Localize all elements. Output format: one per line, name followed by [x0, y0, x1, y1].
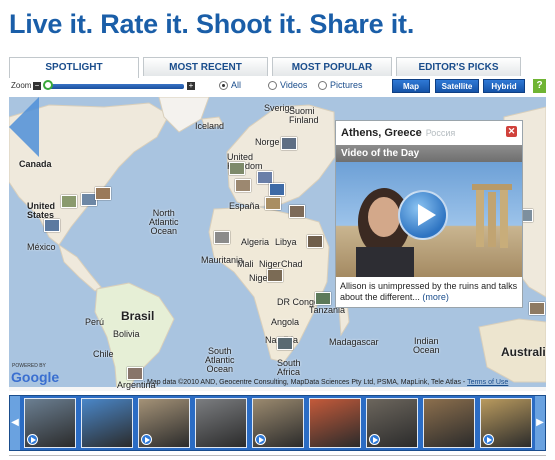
tab-bar: SPOTLIGHT MOST RECENT MOST POPULAR EDITO… — [9, 57, 546, 78]
map-marker[interactable] — [307, 235, 323, 248]
label-mexico: México — [27, 242, 56, 252]
map-marker[interactable] — [277, 337, 293, 350]
label-espana: España — [229, 201, 260, 211]
more-link[interactable]: (more) — [422, 292, 449, 302]
filter-videos-label: Videos — [280, 80, 308, 90]
map-marker[interactable] — [269, 183, 285, 196]
radio-icon — [219, 80, 228, 90]
map-marker[interactable] — [267, 269, 283, 282]
zoom-slider-handle[interactable] — [43, 80, 53, 90]
filter-pictures-label: Pictures — [330, 80, 363, 90]
filter-videos[interactable]: Videos — [268, 80, 307, 90]
filter-pictures[interactable]: Pictures — [318, 80, 363, 90]
label-madagascar: Madagascar — [329, 337, 379, 347]
label-south-africa: South Africa — [277, 358, 301, 377]
label-south-atlantic: South Atlantic Ocean — [205, 346, 235, 374]
divider — [9, 455, 546, 456]
label-brasil: Brasil — [121, 309, 155, 323]
popup-caption: Allison is unimpressed by the ruins and … — [340, 281, 518, 303]
map-attribution: Map data ©2010 AND, Geocentre Consulting… — [147, 379, 508, 386]
label-peru: Perú — [85, 317, 105, 327]
thumbnail-strip: ◀ ▶ — [9, 395, 546, 451]
map-marker[interactable] — [214, 231, 230, 244]
play-icon — [483, 434, 494, 445]
world-map[interactable]: Canada United States México North Atlant… — [9, 97, 546, 391]
strip-thumbnail[interactable] — [24, 398, 76, 448]
strip-next-button[interactable]: ▶ — [535, 396, 545, 450]
google-logo[interactable]: Google — [11, 369, 59, 385]
tab-most-recent[interactable]: MOST RECENT — [143, 57, 268, 76]
strip-thumbnail[interactable] — [138, 398, 190, 448]
help-button[interactable]: ? — [533, 79, 546, 93]
label-indian-ocean: Indian Ocean — [413, 336, 440, 355]
play-icon — [27, 434, 38, 445]
label-bolivia: Bolivia — [113, 329, 140, 339]
map-marker[interactable] — [235, 179, 251, 192]
map-marker[interactable] — [281, 137, 297, 150]
popup-location: Athens, Greece Россия — [341, 127, 455, 139]
popup-location-name: Athens, Greece — [341, 127, 422, 139]
tab-spotlight[interactable]: SPOTLIGHT — [9, 57, 139, 78]
filter-all-label: All — [231, 80, 242, 90]
zoom-in-button[interactable]: + — [187, 82, 195, 90]
label-algeria: Algeria — [241, 237, 270, 247]
zoom-slider-track[interactable] — [44, 84, 184, 89]
video-thumbnail[interactable] — [336, 162, 522, 277]
map-toolbar: Zoom − + All Videos Pictures Map Satelli… — [9, 78, 546, 96]
zoom-out-button[interactable]: − — [33, 82, 41, 90]
play-icon — [141, 434, 152, 445]
label-mali: Mali — [237, 259, 254, 269]
popup-pointer — [9, 97, 39, 157]
label-norge: Norge — [255, 137, 280, 147]
strip-thumbnail[interactable] — [423, 398, 475, 448]
strip-thumbnail[interactable] — [480, 398, 532, 448]
label-niger: Niger — [259, 259, 281, 269]
radio-icon — [318, 80, 327, 90]
map-type-hybrid-button[interactable]: Hybrid — [483, 79, 525, 93]
radio-icon — [268, 80, 277, 90]
map-marker[interactable] — [529, 302, 545, 315]
play-icon — [255, 434, 266, 445]
strip-thumbnail[interactable] — [309, 398, 361, 448]
map-marker[interactable] — [61, 195, 77, 208]
strip-thumbnail[interactable] — [252, 398, 304, 448]
attribution-text: Map data ©2010 AND, Geocentre Consulting… — [147, 379, 466, 386]
label-suomi: Suomi Finland — [289, 106, 319, 125]
terms-of-use-link[interactable]: Terms of Use — [467, 379, 508, 386]
tab-editors-picks[interactable]: EDITOR'S PICKS — [396, 57, 521, 76]
map-type-map-button[interactable]: Map — [392, 79, 430, 93]
label-australia: Australia — [501, 345, 546, 359]
play-icon[interactable] — [398, 190, 448, 240]
label-iceland: Iceland — [195, 121, 225, 131]
strip-thumbnail[interactable] — [81, 398, 133, 448]
map-marker[interactable] — [95, 187, 111, 200]
label-libya: Libya — [275, 237, 297, 247]
zoom-label: Zoom — [11, 81, 32, 90]
map-marker[interactable] — [265, 197, 281, 210]
page-headline: Live it. Rate it. Shoot it. Share it. — [9, 9, 415, 39]
popup-section-title: Video of the Day — [336, 145, 522, 162]
strip-thumbnail[interactable] — [195, 398, 247, 448]
map-marker[interactable] — [127, 367, 143, 380]
strip-thumbnail[interactable] — [366, 398, 418, 448]
popup-sublocation: Россия — [425, 128, 456, 138]
play-icon — [369, 434, 380, 445]
map-marker[interactable] — [229, 162, 245, 175]
label-canada: Canada — [19, 159, 52, 169]
close-icon[interactable]: ✕ — [506, 126, 517, 137]
label-chile: Chile — [93, 349, 114, 359]
map-marker[interactable] — [315, 292, 331, 305]
map-marker[interactable] — [44, 219, 60, 232]
label-north-atlantic: North Atlantic Ocean — [149, 208, 179, 236]
filter-all[interactable]: All — [219, 80, 241, 90]
label-angola: Angola — [271, 317, 300, 327]
map-type-satellite-button[interactable]: Satellite — [435, 79, 479, 93]
label-united-states: United States — [27, 201, 55, 220]
tab-most-popular[interactable]: MOST POPULAR — [272, 57, 392, 76]
strip-prev-button[interactable]: ◀ — [10, 396, 20, 450]
label-chad: Chad — [281, 259, 303, 269]
location-popup: Athens, Greece Россия ✕ Video of the Day … — [335, 120, 523, 308]
map-marker[interactable] — [289, 205, 305, 218]
